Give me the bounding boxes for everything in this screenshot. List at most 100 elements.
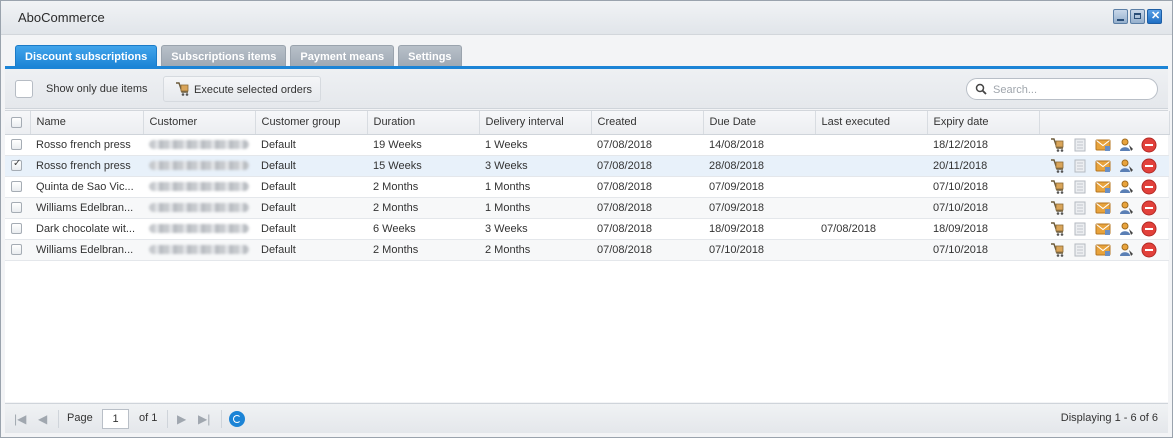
cell-customer-group: Default bbox=[255, 134, 367, 156]
mail-icon[interactable] bbox=[1095, 137, 1111, 153]
cell-due-date: 14/08/2018 bbox=[703, 134, 815, 156]
window-controls: ✕ bbox=[1113, 9, 1162, 24]
cell-customer-group: Default bbox=[255, 176, 367, 198]
cell-delivery-interval: 1 Months bbox=[479, 197, 591, 219]
delete-icon[interactable] bbox=[1141, 200, 1157, 216]
mail-icon[interactable] bbox=[1095, 242, 1111, 258]
column-header-expiry-date[interactable]: Expiry date bbox=[927, 111, 1040, 135]
mail-icon[interactable] bbox=[1095, 221, 1111, 237]
customer-icon[interactable] bbox=[1118, 137, 1134, 153]
customer-icon[interactable] bbox=[1118, 200, 1134, 216]
table-row[interactable]: Dark chocolate wit... Default 6 Weeks 3 Wee… bbox=[5, 218, 1169, 240]
show-due-items-label: Show only due items bbox=[46, 83, 148, 95]
execute-order-icon[interactable] bbox=[1049, 242, 1065, 258]
previous-page-icon[interactable]: ◀ bbox=[38, 412, 47, 426]
column-header-customer-group[interactable]: Customer group bbox=[255, 111, 368, 135]
column-header-delivery-interval[interactable]: Delivery interval bbox=[479, 111, 592, 135]
cell-expiry-date: 07/10/2018 bbox=[927, 176, 1039, 198]
last-page-icon[interactable]: ▶| bbox=[198, 412, 210, 426]
column-header-actions bbox=[1039, 111, 1170, 135]
cell-delivery-interval: 2 Months bbox=[479, 239, 591, 261]
customer-icon[interactable] bbox=[1118, 242, 1134, 258]
customer-icon[interactable] bbox=[1118, 179, 1134, 195]
minimize-icon bbox=[1117, 19, 1124, 21]
cell-created: 07/08/2018 bbox=[591, 155, 703, 177]
column-header-due-date[interactable]: Due Date bbox=[703, 111, 816, 135]
customer-redacted bbox=[149, 245, 249, 255]
title-bar[interactable]: AboCommerce ✕ bbox=[1, 1, 1172, 35]
execute-order-icon[interactable] bbox=[1049, 179, 1065, 195]
document-icon[interactable] bbox=[1072, 242, 1088, 258]
cell-created: 07/08/2018 bbox=[591, 134, 703, 156]
customer-icon[interactable] bbox=[1118, 158, 1134, 174]
column-header-name[interactable]: Name bbox=[30, 111, 144, 135]
row-checkbox[interactable] bbox=[11, 139, 22, 151]
column-header-last-executed[interactable]: Last executed bbox=[815, 111, 928, 135]
minimize-button[interactable] bbox=[1113, 9, 1128, 24]
customer-icon[interactable] bbox=[1118, 221, 1134, 237]
refresh-icon[interactable] bbox=[229, 411, 245, 427]
row-checkbox[interactable] bbox=[11, 223, 22, 235]
cell-expiry-date: 07/10/2018 bbox=[927, 239, 1039, 261]
select-all-checkbox[interactable] bbox=[11, 116, 22, 128]
row-checkbox[interactable] bbox=[11, 181, 22, 193]
first-page-icon[interactable]: |◀ bbox=[14, 412, 26, 426]
table-row[interactable]: Williams Edelbran... Default 2 Months 1 Mon… bbox=[5, 197, 1169, 219]
cell-actions bbox=[1039, 239, 1169, 261]
show-due-items-checkbox[interactable] bbox=[15, 80, 33, 98]
next-page-icon[interactable]: ▶ bbox=[177, 412, 186, 426]
execute-order-icon[interactable] bbox=[1049, 158, 1065, 174]
cell-created: 07/08/2018 bbox=[591, 239, 703, 261]
row-select-cell bbox=[5, 155, 30, 177]
table-row[interactable]: Williams Edelbran... Default 2 Months 2 Mon… bbox=[5, 239, 1169, 261]
row-checkbox[interactable] bbox=[11, 202, 22, 214]
tab-settings[interactable]: Settings bbox=[398, 45, 462, 67]
tab-subscriptions-items[interactable]: Subscriptions items bbox=[161, 45, 287, 67]
mail-icon[interactable] bbox=[1095, 158, 1111, 174]
column-header-duration[interactable]: Duration bbox=[367, 111, 480, 135]
document-icon[interactable] bbox=[1072, 137, 1088, 153]
delete-icon[interactable] bbox=[1141, 242, 1157, 258]
table-row[interactable]: Quinta de Sao Vic... Default 2 Months 1 Mon… bbox=[5, 176, 1169, 198]
document-icon[interactable] bbox=[1072, 179, 1088, 195]
execute-order-icon[interactable] bbox=[1049, 221, 1065, 237]
cell-customer-group: Default bbox=[255, 155, 367, 177]
table-row[interactable]: Rosso french press Default15 Weeks3 Weeks… bbox=[5, 155, 1169, 177]
delete-icon[interactable] bbox=[1141, 221, 1157, 237]
row-select-cell bbox=[5, 197, 30, 219]
close-icon: ✕ bbox=[1151, 10, 1161, 22]
close-button[interactable]: ✕ bbox=[1147, 9, 1162, 24]
row-checkbox[interactable] bbox=[11, 244, 22, 256]
customer-redacted bbox=[149, 140, 249, 150]
cart-icon bbox=[174, 81, 190, 100]
mail-icon[interactable] bbox=[1095, 179, 1111, 195]
execute-order-icon[interactable] bbox=[1049, 137, 1065, 153]
mail-icon[interactable] bbox=[1095, 200, 1111, 216]
column-header-customer[interactable]: Customer bbox=[143, 111, 256, 135]
delete-icon[interactable] bbox=[1141, 179, 1157, 195]
row-checkbox[interactable] bbox=[11, 158, 22, 172]
maximize-button[interactable] bbox=[1130, 9, 1145, 24]
delete-icon[interactable] bbox=[1141, 137, 1157, 153]
search-input[interactable] bbox=[993, 82, 1148, 97]
execute-selected-orders-button[interactable]: Execute selected orders bbox=[163, 76, 321, 102]
document-icon[interactable] bbox=[1072, 221, 1088, 237]
column-header-created[interactable]: Created bbox=[591, 111, 704, 135]
execute-order-icon[interactable] bbox=[1049, 200, 1065, 216]
cell-duration: 2 Months bbox=[367, 239, 479, 261]
cell-last-executed: 07/08/2018 bbox=[815, 218, 927, 240]
delete-icon[interactable] bbox=[1141, 158, 1157, 174]
paging-toolbar: |◀ ◀ Page of 1 ▶ ▶| Displaying 1 - 6 of … bbox=[5, 403, 1168, 433]
tab-discount-subscriptions[interactable]: Discount subscriptions bbox=[15, 45, 158, 67]
page-number-input[interactable] bbox=[102, 409, 129, 429]
customer-redacted bbox=[149, 203, 249, 213]
select-all-header[interactable] bbox=[5, 111, 31, 135]
document-icon[interactable] bbox=[1072, 158, 1088, 174]
cell-due-date: 07/10/2018 bbox=[703, 239, 815, 261]
cell-due-date: 28/08/2018 bbox=[703, 155, 815, 177]
cell-duration: 19 Weeks bbox=[367, 134, 479, 156]
tab-payment-means[interactable]: Payment means bbox=[290, 45, 395, 67]
grid-header-row: Name Customer Customer group Duration De… bbox=[5, 111, 1170, 135]
table-row[interactable]: Rosso french press Default 19 Weeks 1 Weeks… bbox=[5, 134, 1169, 156]
document-icon[interactable] bbox=[1072, 200, 1088, 216]
